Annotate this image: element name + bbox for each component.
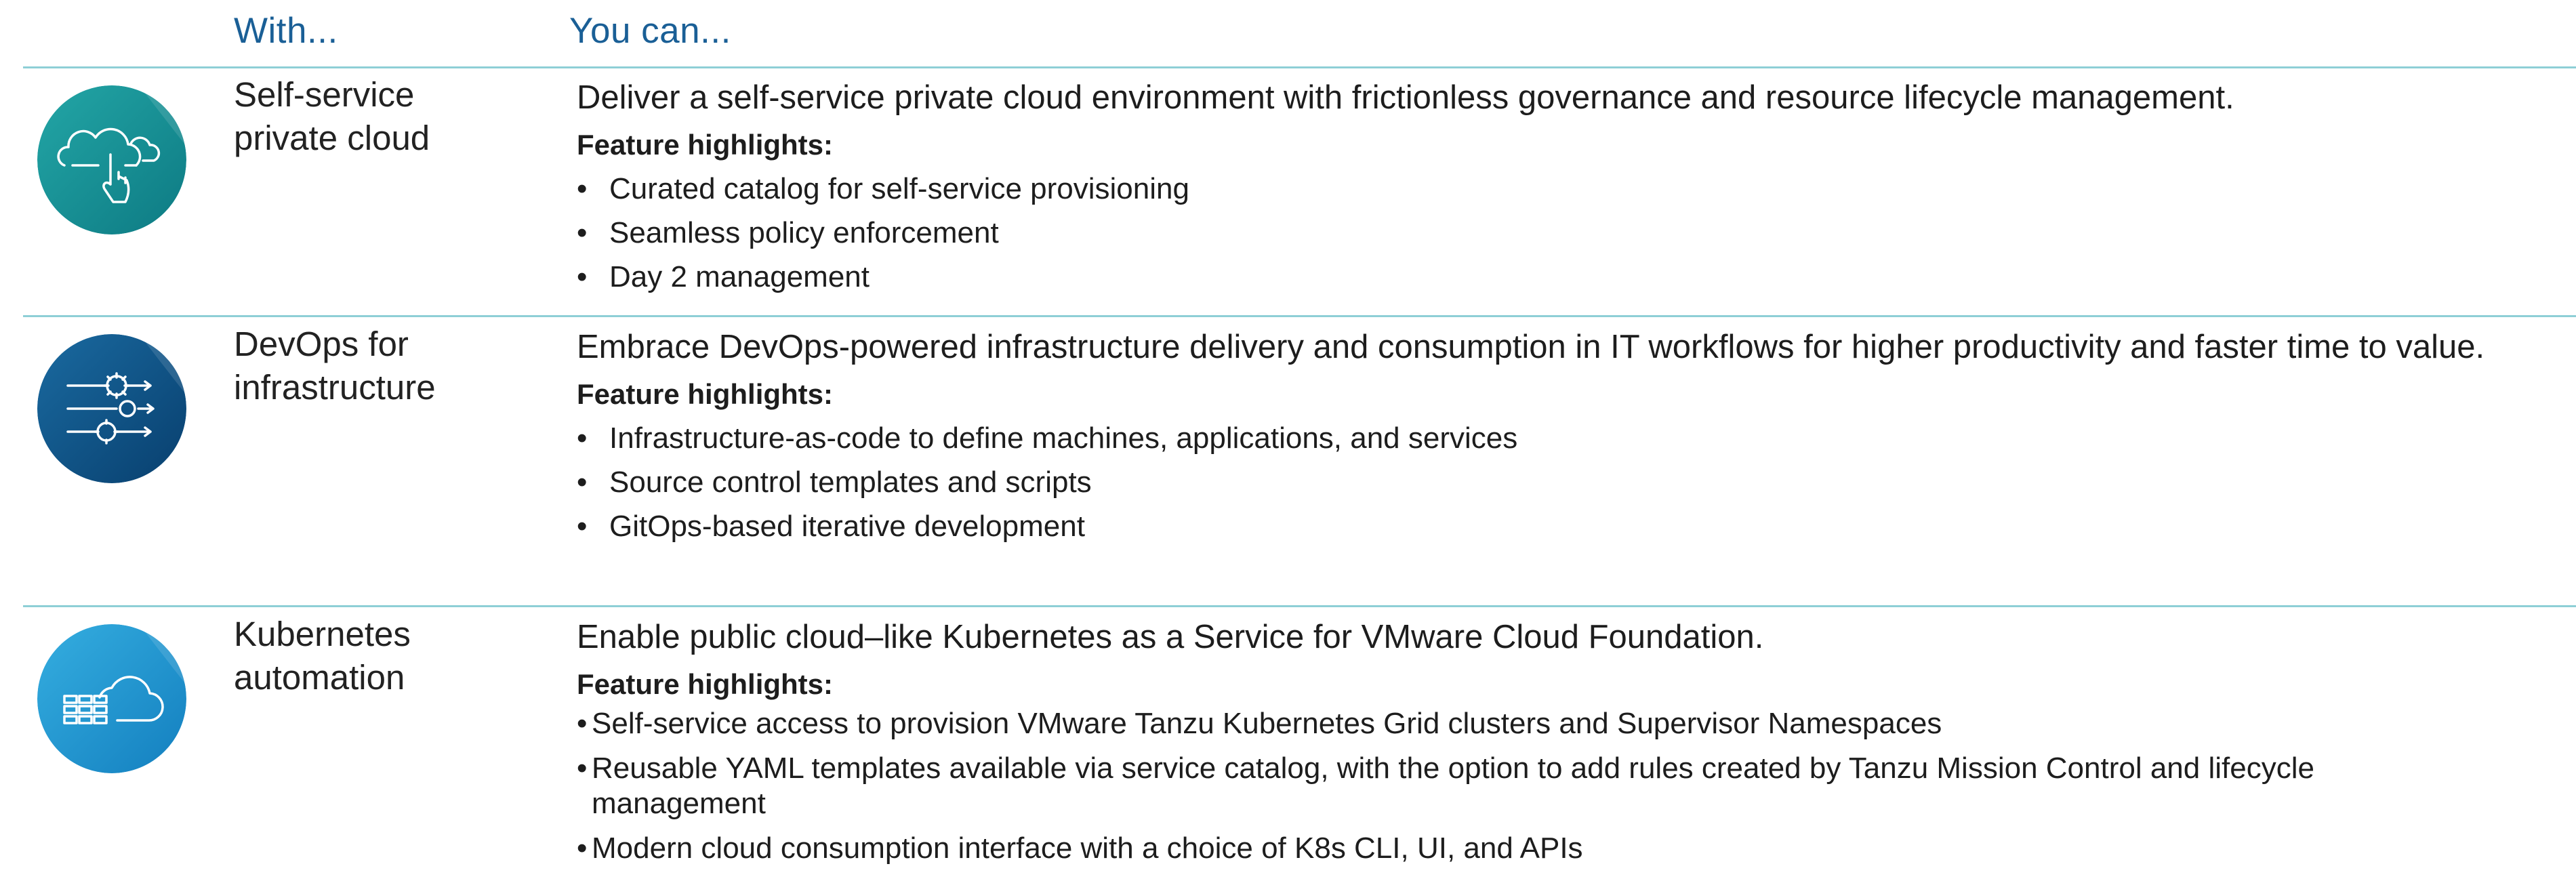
feature-list: • Infrastructure-as-code to define machin… xyxy=(577,416,2495,548)
bullet: • xyxy=(577,422,588,455)
list-item: • Day 2 management xyxy=(577,255,2495,299)
list-item-text: GitOps-based iterative development xyxy=(609,510,1085,543)
list-item-text: Infrastructure-as-code to define machine… xyxy=(609,422,1518,455)
row-divider xyxy=(23,315,2576,317)
feature-highlights-label: Feature highlights: xyxy=(577,668,833,700)
bullet: • xyxy=(577,510,588,543)
list-item-text: Self-service access to provision VMware … xyxy=(592,707,1942,740)
feature-list: • Self-service access to provision VMware… xyxy=(577,706,2495,866)
list-item-text: Curated catalog for self-service provisi… xyxy=(609,172,1189,205)
row-description: Embrace DevOps-powered infrastructure de… xyxy=(577,329,2485,365)
row-title: DevOps for infrastructure xyxy=(234,323,552,409)
feature-list: • Curated catalog for self-service provis… xyxy=(577,167,2495,299)
gears-flow-icon xyxy=(37,334,186,483)
list-item-text: Seamless policy enforcement xyxy=(609,216,999,249)
list-item: • GitOps-based iterative development xyxy=(577,504,2495,548)
row-title-line2: infrastructure xyxy=(234,368,436,407)
list-item-text: Modern cloud consumption interface with … xyxy=(592,832,1583,865)
row-title-line1: Self-service xyxy=(234,75,415,114)
row-title-line2: automation xyxy=(234,658,405,697)
list-item-text: Day 2 management xyxy=(609,260,870,293)
bullet: • xyxy=(577,466,588,499)
row-description: Deliver a self-service private cloud env… xyxy=(577,79,2234,116)
bullet: • xyxy=(577,707,588,740)
column-header-with: With... xyxy=(234,11,338,51)
bullet: • xyxy=(577,260,588,293)
row-title: Kubernetes automation xyxy=(234,613,552,699)
feature-highlights-label: Feature highlights: xyxy=(577,378,833,410)
row-content: Deliver a self-service private cloud env… xyxy=(577,76,2495,299)
row-title-line1: DevOps for xyxy=(234,325,409,363)
row-divider xyxy=(23,605,2576,607)
feature-highlights-label: Feature highlights: xyxy=(577,129,833,161)
row-title: Self-service private cloud xyxy=(234,73,552,160)
cloud-touch-icon xyxy=(37,85,186,234)
list-item: • Modern cloud consumption interface with… xyxy=(577,831,2495,866)
bullet: • xyxy=(577,172,588,205)
list-item: • Infrastructure-as-code to define machin… xyxy=(577,416,2495,460)
cloud-containers-icon xyxy=(37,624,186,773)
list-item: • Curated catalog for self-service provis… xyxy=(577,167,2495,211)
header-divider xyxy=(23,66,2576,68)
list-item: • Seamless policy enforcement xyxy=(577,211,2495,255)
list-item: • Self-service access to provision VMware… xyxy=(577,706,2495,741)
list-item: • Reusable YAML templates available via s… xyxy=(577,751,2495,821)
bullet: • xyxy=(577,832,588,865)
row-title-line1: Kubernetes xyxy=(234,615,411,653)
row-content: Enable public cloud–like Kubernetes as a… xyxy=(577,615,2495,876)
row-content: Embrace DevOps-powered infrastructure de… xyxy=(577,325,2495,548)
row-description: Enable public cloud–like Kubernetes as a… xyxy=(577,619,1764,655)
list-item-text: Source control templates and scripts xyxy=(609,466,1092,499)
bullet: • xyxy=(577,216,588,249)
row-title-line2: private cloud xyxy=(234,119,430,157)
list-item-text: Reusable YAML templates available via se… xyxy=(592,752,2314,820)
bullet: • xyxy=(577,752,588,785)
list-item: • Source control templates and scripts xyxy=(577,460,2495,504)
column-header-you-can: You can... xyxy=(569,11,731,51)
